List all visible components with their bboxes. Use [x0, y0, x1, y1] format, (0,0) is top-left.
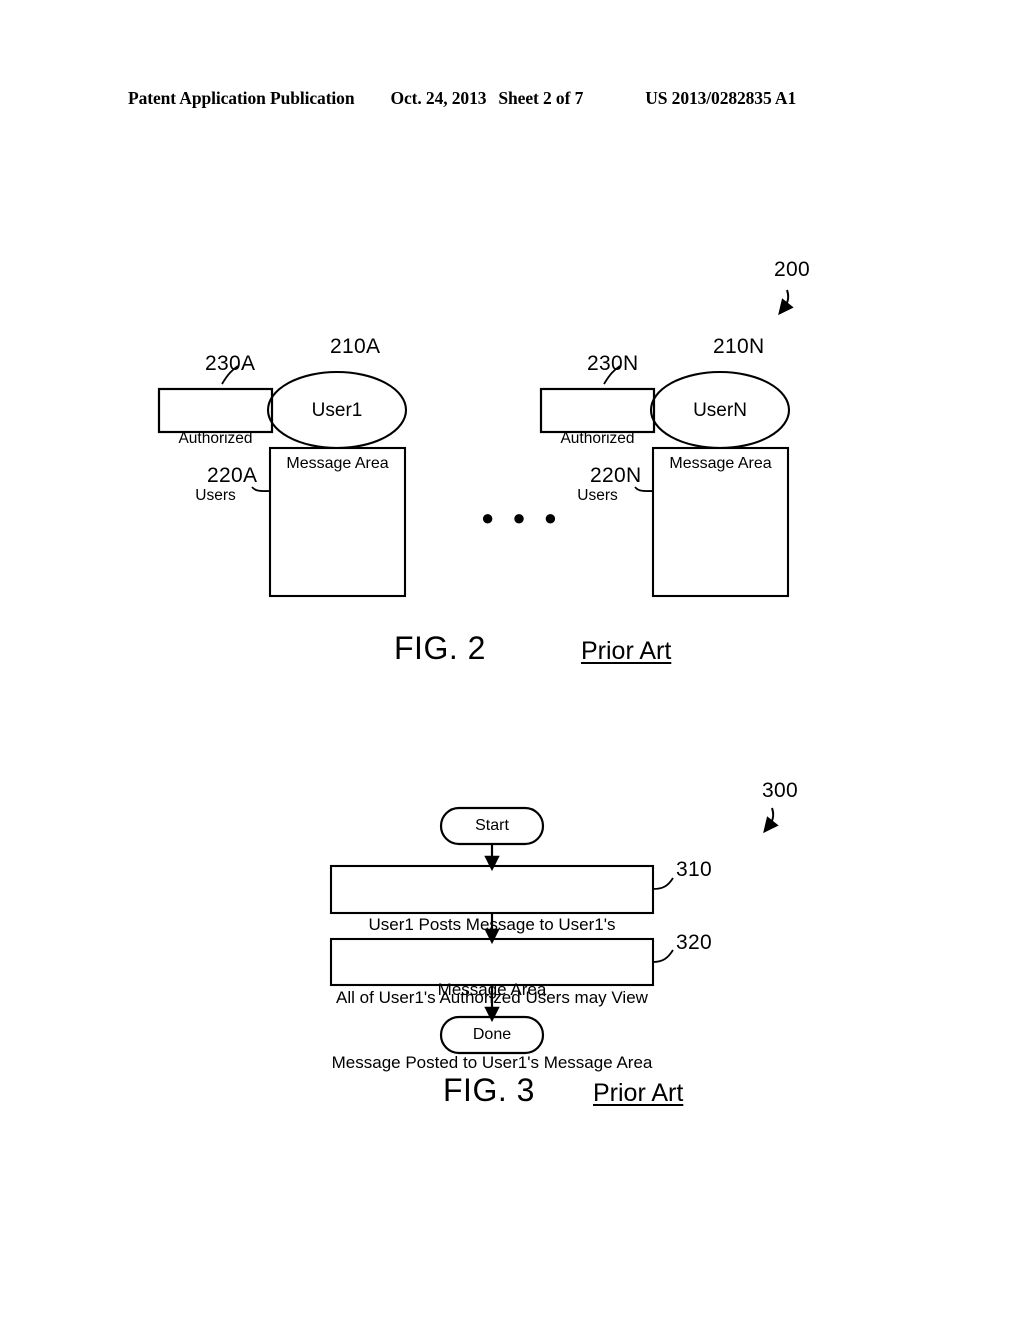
ref-210n: 210N — [713, 335, 765, 358]
flow-step-320-line1: All of User1's Authorized Users may View — [336, 987, 648, 1007]
figure2-caption: FIG. 2 — [394, 630, 486, 666]
authorized-users-box-n[interactable]: Authorized Users — [541, 392, 654, 543]
message-area-label-n[interactable]: Message Area — [653, 455, 788, 473]
user-node-a[interactable]: User1 — [268, 400, 406, 422]
ref-230a: 230A — [205, 352, 256, 375]
figure2-system-reference: 200 — [774, 258, 810, 281]
ref-310: 310 — [676, 858, 712, 881]
flow-step-320-line2: Message Posted to User1's Message Area — [331, 1052, 653, 1072]
authorized-users-label-line1: Authorized — [178, 429, 253, 447]
ref-230n: 230N — [587, 352, 639, 375]
figure2-prior-art-label: Prior Art — [581, 637, 672, 665]
authorized-users-label-line2: Users — [195, 486, 236, 504]
page-header: Patent Application Publication Oct. 24, … — [128, 88, 896, 114]
user-node-n[interactable]: UserN — [651, 400, 789, 422]
flow-step-310-line1: User1 Posts Message to User1's — [368, 914, 616, 934]
header-publication-number: US 2013/0282835 A1 — [645, 88, 797, 108]
authorized-users-label-line2: Users — [577, 486, 618, 504]
ref-320: 320 — [676, 931, 712, 954]
header-publication-title: Patent Application Publication — [128, 88, 355, 108]
flow-done-node[interactable]: Done — [441, 1026, 543, 1044]
message-area-label-a[interactable]: Message Area — [270, 455, 405, 473]
figure3-flow-reference: 300 — [762, 779, 798, 802]
authorized-users-box-a[interactable]: Authorized Users — [159, 392, 272, 543]
flow-start-node[interactable]: Start — [441, 817, 543, 835]
ref-210a: 210A — [330, 335, 381, 358]
figure-vector-layer — [0, 0, 1024, 1320]
header-sheet-number: Sheet 2 of 7 — [498, 88, 584, 108]
authorized-users-label-line1: Authorized — [560, 429, 635, 447]
header-date: Oct. 24, 2013 — [390, 88, 487, 108]
figure3-caption: FIG. 3 — [443, 1072, 535, 1108]
figure3-prior-art-label: Prior Art — [593, 1079, 684, 1107]
